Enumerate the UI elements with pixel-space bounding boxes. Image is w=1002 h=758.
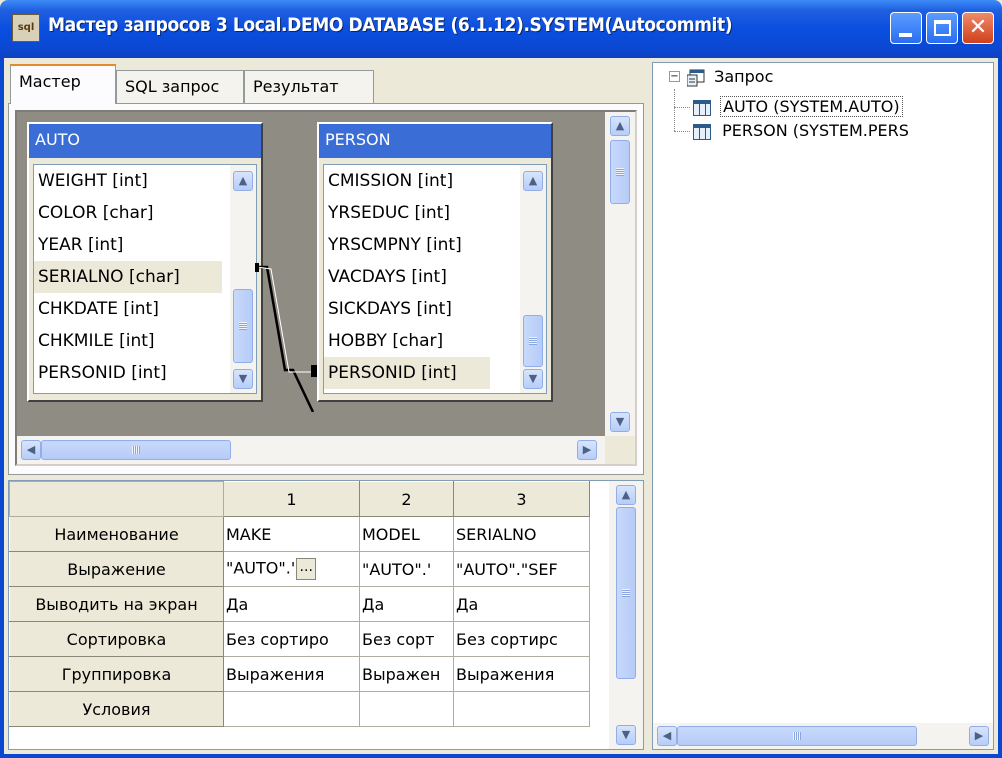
grid-vertical-scrollbar[interactable]: ▲ ▼ <box>609 481 643 749</box>
tree-line <box>674 107 690 108</box>
tab-sql-query[interactable]: SQL запрос <box>116 70 244 104</box>
scroll-left-icon[interactable]: ◀ <box>657 726 677 746</box>
close-icon: ✕ <box>968 15 988 40</box>
tab-master[interactable]: Мастер <box>10 64 116 104</box>
tree-node-label: Запрос <box>714 67 774 86</box>
scroll-up-icon[interactable]: ▲ <box>610 116 630 136</box>
tree-node-label: AUTO (SYSTEM.AUTO) <box>720 96 903 117</box>
scroll-up-icon[interactable]: ▲ <box>616 485 636 505</box>
canvas-horizontal-scrollbar[interactable]: ◀ ▶ <box>17 436 605 464</box>
scroll-down-icon[interactable]: ▼ <box>610 412 630 432</box>
minimize-icon <box>899 33 912 37</box>
grid-cell[interactable] <box>359 691 454 727</box>
tree-line <box>674 89 675 131</box>
grid-cell-expression[interactable]: "AUTO".'... <box>223 551 360 587</box>
query-design-canvas[interactable]: AUTO WEIGHT [int] COLOR [char] YEAR [int… <box>15 110 637 466</box>
row-header-conditions[interactable]: Условия <box>9 691 224 727</box>
tab-result[interactable]: Результат <box>244 70 374 104</box>
row-header-name[interactable]: Наименование <box>9 516 224 552</box>
tab-panel-master: AUTO WEIGHT [int] COLOR [char] YEAR [int… <box>8 103 644 475</box>
column-header[interactable]: 3 <box>453 481 590 517</box>
cell-text: "AUTO".' <box>226 558 296 578</box>
tree-horizontal-scrollbar[interactable]: ◀ ▶ <box>653 723 993 749</box>
grid-cell[interactable]: Без сортиро <box>223 621 360 657</box>
scroll-thumb[interactable] <box>677 726 917 746</box>
window-frame: Мастер SQL запрос Результат AUTO WEIGHT … <box>0 58 1002 758</box>
grid-cell[interactable]: "AUTO".' <box>359 551 454 587</box>
query-icon <box>686 69 705 87</box>
scroll-corner <box>605 436 635 464</box>
canvas-vertical-scrollbar[interactable]: ▲ ▼ <box>605 112 635 436</box>
tree-node-person[interactable]: PERSON (SYSTEM.PERS <box>693 119 909 143</box>
tree-node-query[interactable]: Запрос <box>686 65 774 89</box>
maximize-icon <box>934 20 951 36</box>
scroll-down-icon[interactable]: ▼ <box>616 725 636 745</box>
scroll-thumb[interactable] <box>616 507 636 679</box>
scroll-left-icon[interactable]: ◀ <box>21 440 41 460</box>
grid-cell[interactable]: Без сортирс <box>453 621 590 657</box>
column-header[interactable]: 1 <box>223 481 360 517</box>
grid-cell[interactable]: Да <box>223 586 360 622</box>
window-client: Мастер SQL запрос Результат AUTO WEIGHT … <box>4 58 998 754</box>
minimize-button[interactable] <box>890 12 922 44</box>
tab-control: Мастер SQL запрос Результат AUTO WEIGHT … <box>8 62 644 475</box>
query-object-tree[interactable]: − Запрос AUTO (SYSTEM.AUTO) PERSON (SYST… <box>652 62 994 750</box>
tree-node-label: PERSON (SYSTEM.PERS <box>722 121 909 140</box>
maximize-button[interactable] <box>926 12 958 44</box>
scroll-thumb[interactable] <box>610 140 630 204</box>
row-header-group[interactable]: Группировка <box>9 656 224 692</box>
row-header-sort[interactable]: Сортировка <box>9 621 224 657</box>
expression-builder-button[interactable]: ... <box>296 558 317 580</box>
grid-cell[interactable]: MAKE <box>223 516 360 552</box>
grid-cell[interactable]: Выражен <box>359 656 454 692</box>
tree-node-auto[interactable]: AUTO (SYSTEM.AUTO) <box>693 95 903 119</box>
grid-cell[interactable]: Да <box>359 586 454 622</box>
column-header[interactable]: 2 <box>359 481 454 517</box>
scroll-right-icon[interactable]: ▶ <box>577 440 597 460</box>
window-title: Мастер запросов 3 Local.DEMO DATABASE (6… <box>48 14 733 36</box>
scroll-thumb[interactable] <box>41 440 231 460</box>
tree-line <box>674 131 690 132</box>
scroll-right-icon[interactable]: ▶ <box>969 726 989 746</box>
grid-cell[interactable] <box>223 691 360 727</box>
grid-cell[interactable]: SERIALNO <box>453 516 590 552</box>
table-icon <box>693 123 711 140</box>
row-header-expression[interactable]: Выражение <box>9 551 224 587</box>
query-columns-grid[interactable]: 1 2 3 Наименование MAKE MODEL SERIALNO В… <box>8 480 644 750</box>
collapse-icon[interactable]: − <box>669 71 680 82</box>
table-icon <box>693 99 711 116</box>
row-header-show[interactable]: Выводить на экран <box>9 586 224 622</box>
grid-cell[interactable] <box>453 691 590 727</box>
close-button[interactable]: ✕ <box>962 12 994 44</box>
grid-cell[interactable]: "AUTO"."SEF <box>453 551 590 587</box>
grid-cell[interactable]: Выражения <box>223 656 360 692</box>
app-icon[interactable]: sql <box>12 14 40 42</box>
grid-cell[interactable]: Да <box>453 586 590 622</box>
grid-cell[interactable]: MODEL <box>359 516 454 552</box>
grid-cell[interactable]: Выражения <box>453 656 590 692</box>
grid-corner <box>9 481 224 517</box>
join-line[interactable] <box>17 112 597 412</box>
grid-cell[interactable]: Без сорт <box>359 621 454 657</box>
title-bar[interactable]: sql Мастер запросов 3 Local.DEMO DATABAS… <box>0 0 1002 58</box>
grid-table: 1 2 3 Наименование MAKE MODEL SERIALNO В… <box>9 481 590 727</box>
